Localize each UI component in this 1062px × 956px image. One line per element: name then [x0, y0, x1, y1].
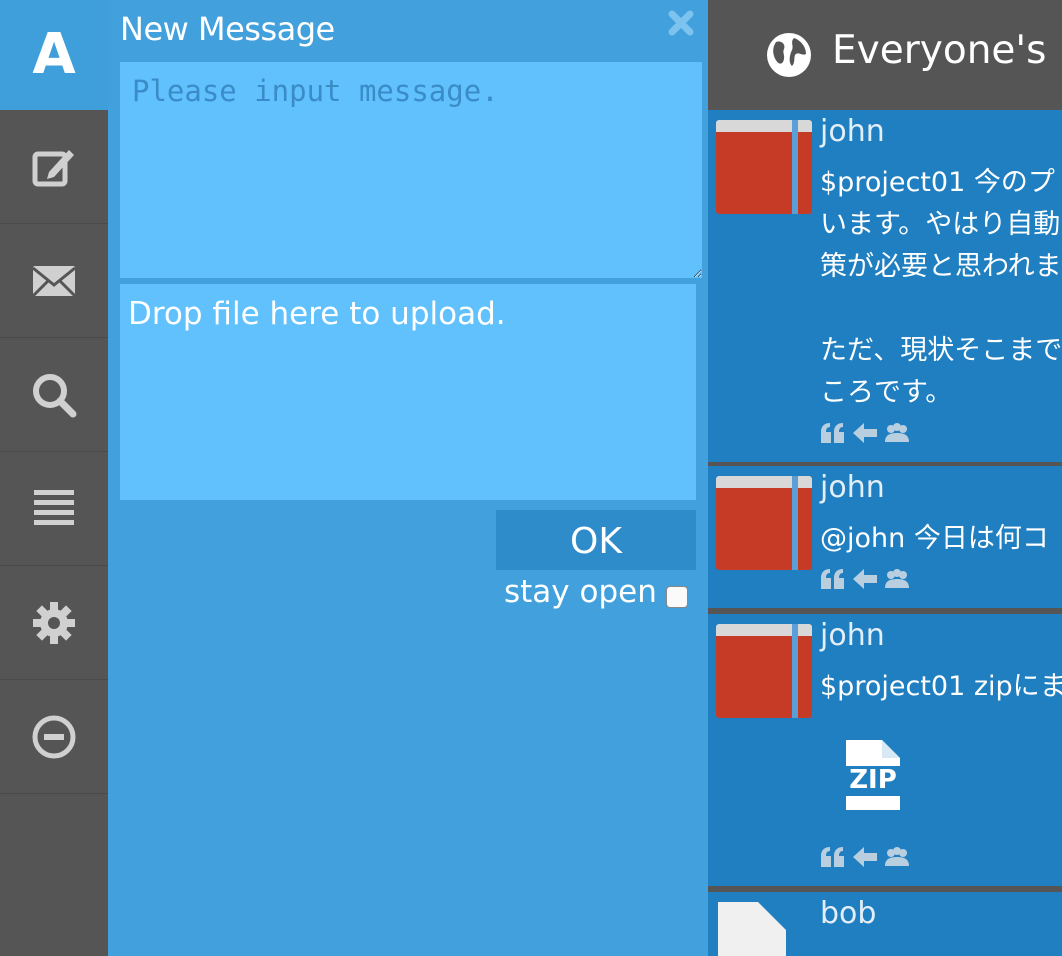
- file-drop-zone[interactable]: Drop file here to upload.: [120, 284, 696, 500]
- sidebar-item-messages[interactable]: [0, 224, 108, 338]
- post-actions: [820, 568, 910, 590]
- attachment-type-label: ZIP: [849, 765, 897, 795]
- minus-circle-icon: [32, 715, 76, 758]
- sidebar-item-compose[interactable]: [0, 110, 108, 224]
- mail-icon: [31, 265, 77, 297]
- list-icon: [34, 489, 74, 525]
- sidebar-item-list[interactable]: [0, 452, 108, 566]
- post-text: $project01 今のプ います。やはり自動 策が必要と思われま ただ、現状…: [820, 167, 1062, 408]
- globe-icon: [767, 33, 811, 77]
- quote-icon[interactable]: [820, 568, 846, 590]
- group-icon[interactable]: [884, 568, 910, 590]
- timeline-post[interactable]: john $project01 今のプ います。やはり自動 策が必要と思われま …: [708, 110, 1062, 462]
- sidebar-item-logout[interactable]: [0, 680, 108, 794]
- sidebar-item-settings[interactable]: [0, 566, 108, 680]
- post-author[interactable]: john: [820, 470, 885, 505]
- book-avatar-icon: [716, 624, 812, 718]
- compose-title: New Message: [120, 10, 335, 48]
- compose-panel: New Message Drop file here to upload. OK…: [108, 0, 708, 956]
- post-author[interactable]: john: [820, 114, 885, 149]
- stay-open-label: stay open: [504, 574, 657, 610]
- timeline: Everyone's M john $project01 今のプ います。やはり…: [708, 0, 1062, 956]
- timeline-post[interactable]: john $project01 zipにま ZIP: [708, 614, 1062, 886]
- html-file-avatar-icon: [718, 900, 812, 956]
- timeline-title: Everyone's M: [832, 28, 1062, 73]
- post-actions: [820, 422, 910, 444]
- post-author[interactable]: bob: [820, 896, 876, 931]
- quote-icon[interactable]: [820, 846, 846, 868]
- sidebar: A: [0, 0, 108, 956]
- compose-icon: [32, 149, 74, 186]
- search-icon: [33, 373, 77, 417]
- group-icon[interactable]: [884, 422, 910, 444]
- gear-icon: [33, 601, 75, 644]
- timeline-post[interactable]: bob: [708, 892, 1062, 956]
- timeline-post[interactable]: john @john 今日は何コ: [708, 466, 1062, 608]
- group-icon[interactable]: [884, 846, 910, 868]
- close-icon[interactable]: [664, 6, 698, 40]
- stay-open-checkbox[interactable]: [666, 586, 688, 608]
- reply-arrow-icon[interactable]: [852, 846, 878, 868]
- reply-arrow-icon[interactable]: [852, 568, 878, 590]
- ok-button[interactable]: OK: [496, 510, 696, 570]
- sidebar-item-search[interactable]: [0, 338, 108, 452]
- app-logo[interactable]: A: [0, 0, 108, 110]
- book-avatar-icon: [716, 476, 812, 570]
- quote-icon[interactable]: [820, 422, 846, 444]
- post-author[interactable]: john: [820, 618, 885, 653]
- post-text: $project01 zipにま: [820, 671, 1062, 702]
- zip-file-attachment[interactable]: ZIP: [838, 738, 908, 812]
- message-input[interactable]: [120, 62, 702, 278]
- post-actions: [820, 846, 910, 868]
- book-avatar-icon: [716, 120, 812, 214]
- post-text: @john 今日は何コ: [820, 523, 1049, 554]
- timeline-header: Everyone's M: [708, 0, 1062, 108]
- reply-arrow-icon[interactable]: [852, 422, 878, 444]
